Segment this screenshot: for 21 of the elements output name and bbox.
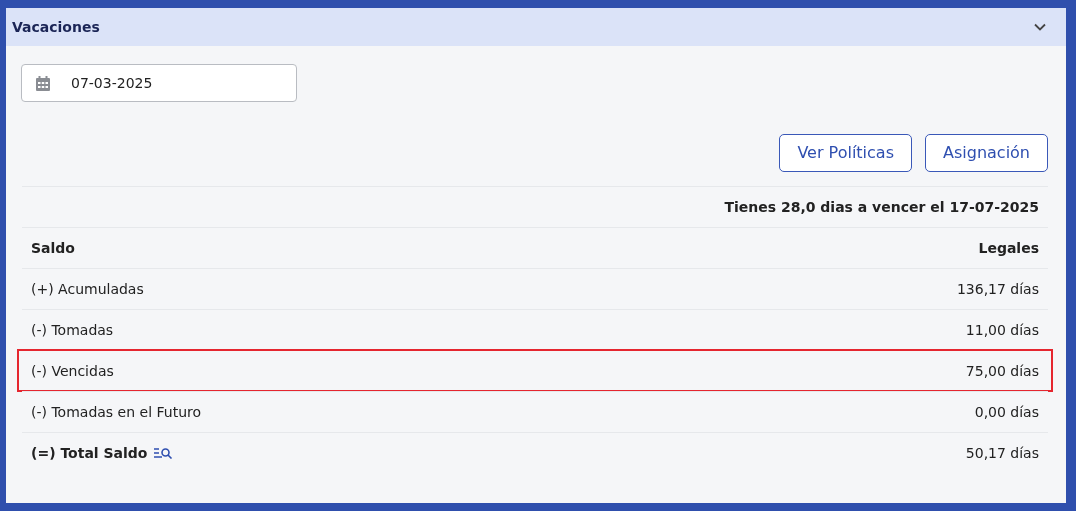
row-value: 11,00 días: [965, 320, 1039, 340]
row-value: 0,00 días: [974, 402, 1039, 422]
date-field[interactable]: 07-03-2025: [21, 64, 297, 102]
panel-header[interactable]: Vacaciones: [6, 8, 1066, 46]
policies-button[interactable]: Ver Políticas: [779, 134, 912, 172]
column-header: Legales: [978, 238, 1039, 258]
column-header: Saldo: [31, 238, 75, 258]
row-label: (+) Acumuladas: [31, 279, 144, 299]
list-search-icon[interactable]: [153, 447, 173, 459]
assignment-button[interactable]: Asignación: [925, 134, 1048, 172]
chevron-down-icon[interactable]: [1034, 23, 1046, 31]
calendar-icon: [36, 76, 50, 91]
row-label: (=) Total Saldo: [31, 443, 148, 463]
row-value: 75,00 días: [965, 361, 1039, 381]
row-label: (-) Tomadas en el Futuro: [31, 402, 202, 422]
panel-title: Vacaciones: [12, 17, 100, 37]
row-label: (-) Vencidas: [31, 361, 114, 381]
row-label: (-) Tomadas: [31, 320, 114, 340]
row-value: 50,17 días: [965, 443, 1039, 463]
row-value: 136,17 días: [956, 279, 1039, 299]
expiry-notice: Tienes 28,0 dias a vencer el 17-07-2025: [724, 197, 1039, 217]
